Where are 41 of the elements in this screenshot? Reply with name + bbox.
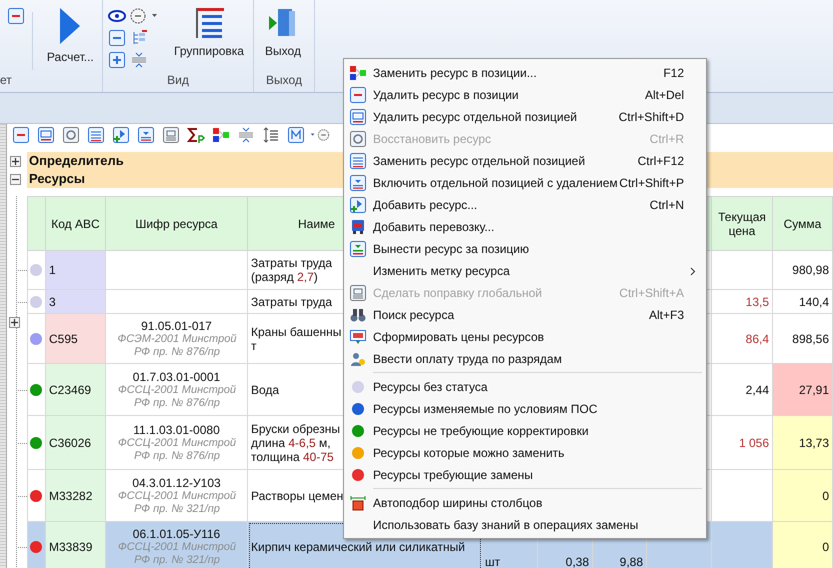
source-reference: ФССЦ-2001 Минстрой РФ пр. № 876/пр bbox=[116, 384, 238, 410]
table-cell: С595 bbox=[46, 314, 106, 364]
resource-code: 04.3.01.12-У103 bbox=[131, 476, 222, 490]
resource-name: Кирпич керамический или силикатный bbox=[251, 540, 465, 554]
table-cell: М33282 bbox=[46, 470, 106, 522]
table-cell: 1 056 bbox=[738, 436, 769, 450]
table-cell: 13,5 bbox=[746, 294, 769, 308]
resource-name: Краны башенны т bbox=[251, 324, 342, 352]
source-reference: ФССЦ-2001 Минстрой РФ пр. № 876/пр bbox=[116, 436, 238, 462]
table-cell: 0,38 bbox=[566, 555, 589, 568]
table-cell: 13,73 bbox=[772, 416, 832, 470]
table-cell: 0 bbox=[772, 470, 832, 522]
table-cell: 9,88 bbox=[620, 555, 643, 568]
resource-name: Вода bbox=[251, 382, 280, 396]
resource-code: 06.1.01.05-У116 bbox=[132, 527, 222, 541]
resource-name: Затраты труда bbox=[251, 294, 332, 308]
source-reference: ФСЭМ-2001 Минстрой РФ пр. № 876/пр bbox=[116, 332, 238, 358]
table-cell: М33839 bbox=[46, 522, 106, 568]
table-cell: 0 bbox=[772, 522, 832, 568]
table-cell: 86,4 bbox=[746, 332, 769, 346]
table-cell: 140,4 bbox=[772, 290, 832, 314]
resource-name: Бруски обрезны длина 4-6,5 м, толщина 40-75 bbox=[251, 422, 340, 464]
table-cell: 898,56 bbox=[772, 314, 832, 364]
table-cell: С36026 bbox=[46, 416, 106, 470]
table-cell: 1 bbox=[46, 250, 106, 290]
group-label: Выход bbox=[265, 72, 303, 89]
group-label: Вид bbox=[166, 72, 190, 89]
table-cell: 3 bbox=[46, 290, 106, 314]
resource-code: 11.1.03.01-0080 bbox=[132, 422, 221, 436]
resource-name: Затраты труда (разряд 2,7) bbox=[251, 256, 332, 284]
resource-code: 01.7.03.01-0001 bbox=[132, 370, 222, 384]
source-reference: ФССЦ-2001 Минстрой РФ пр. № 321/пр bbox=[116, 490, 238, 516]
table-cell: шт bbox=[485, 555, 500, 568]
resource-code: 91.05.01-017 bbox=[140, 318, 213, 332]
source-reference: ФССЦ-2001 Минстрой РФ пр. № 321/пр bbox=[116, 541, 238, 567]
table-cell: 2,44 bbox=[746, 382, 769, 396]
table-cell: 980,98 bbox=[772, 250, 832, 290]
table-cell: 27,91 bbox=[772, 364, 832, 416]
group-label: ет bbox=[0, 72, 13, 89]
table-cell: С23469 bbox=[46, 364, 106, 416]
resource-name: Растворы цемен bbox=[251, 488, 344, 502]
